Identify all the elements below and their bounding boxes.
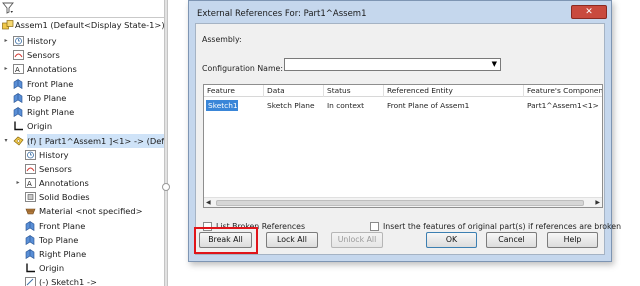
svg-text:A: A [27, 180, 32, 188]
collapse-arrow-icon[interactable]: ▾ [3, 134, 9, 148]
horizontal-scrollbar[interactable]: ◀ ▶ [204, 197, 602, 207]
cell-status: In context [327, 101, 365, 110]
material-icon [25, 206, 36, 216]
assembly-icon [2, 20, 14, 30]
lock-all-button[interactable]: Lock All [266, 232, 318, 248]
table-header: Feature Data Status Referenced Entity Fe… [204, 85, 602, 97]
cancel-button[interactable]: Cancel [486, 232, 537, 248]
unlock-all-button[interactable]: Unlock All [331, 232, 383, 248]
insert-features-checkbox[interactable] [370, 222, 379, 231]
origin-icon [25, 263, 36, 273]
panel-splitter[interactable] [164, 0, 168, 286]
configuration-name-dropdown[interactable]: ▼ [284, 58, 501, 71]
feature-manager-tree: Assem1 (Default<Display State-1>) ▸ Hist… [0, 0, 166, 286]
annotations-icon: A [13, 64, 24, 74]
dialog-body: Assembly: Configuration Name: ▼ Feature … [195, 23, 621, 255]
plane-icon [13, 92, 24, 104]
origin-icon [13, 121, 24, 131]
external-references-dialog: External References For: Part1^Assem1 ✕ … [188, 0, 621, 262]
history-icon [25, 150, 36, 160]
dialog-title: External References For: Part1^Assem1 [197, 9, 367, 19]
cell-data: Sketch Plane [267, 101, 315, 110]
plane-icon [13, 78, 24, 90]
highlight-box [194, 227, 258, 254]
plane-icon [25, 248, 36, 260]
cell-referenced-entity: Front Plane of Assem1 [387, 101, 470, 110]
cell-feature[interactable]: Sketch1 [206, 100, 238, 111]
plane-icon [25, 220, 36, 232]
history-icon [13, 36, 24, 46]
ok-button[interactable]: OK [426, 232, 477, 248]
expand-arrow-icon[interactable]: ▸ [15, 176, 21, 190]
filter-icon[interactable] [2, 2, 14, 14]
column-header-data[interactable]: Data [264, 85, 324, 97]
plane-icon [25, 234, 36, 246]
external-references-table: Feature Data Status Referenced Entity Fe… [203, 84, 603, 208]
insert-features-label: Insert the features of original part(s) … [383, 222, 622, 231]
plane-icon [13, 106, 24, 118]
sketch-icon [25, 277, 36, 286]
close-icon[interactable]: ✕ [571, 5, 607, 19]
splitter-grip-handle[interactable] [162, 183, 170, 191]
sensors-icon [13, 50, 24, 60]
help-button[interactable]: Help [547, 232, 598, 248]
expand-arrow-icon[interactable]: ▸ [3, 62, 9, 76]
part-icon [13, 136, 24, 146]
annotations-icon: A [25, 178, 36, 188]
scroll-thumb[interactable] [216, 200, 584, 206]
configuration-name-label: Configuration Name: [202, 64, 283, 73]
scroll-left-icon[interactable]: ◀ [206, 198, 211, 208]
assembly-label: Assembly: [202, 35, 242, 44]
svg-text:A: A [15, 66, 20, 74]
column-header-feature[interactable]: Feature [204, 85, 264, 97]
cell-features-component: Part1^Assem1<1> [527, 101, 599, 110]
dropdown-arrow-icon[interactable]: ▼ [492, 60, 497, 68]
expand-arrow-icon[interactable]: ▸ [3, 34, 9, 48]
sensors-icon [25, 164, 36, 174]
column-header-status[interactable]: Status [324, 85, 384, 97]
solid-bodies-icon [25, 192, 36, 202]
column-header-features-component[interactable]: Feature's Component [524, 85, 602, 97]
column-header-referenced-entity[interactable]: Referenced Entity [384, 85, 524, 97]
scroll-right-icon[interactable]: ▶ [595, 198, 600, 208]
